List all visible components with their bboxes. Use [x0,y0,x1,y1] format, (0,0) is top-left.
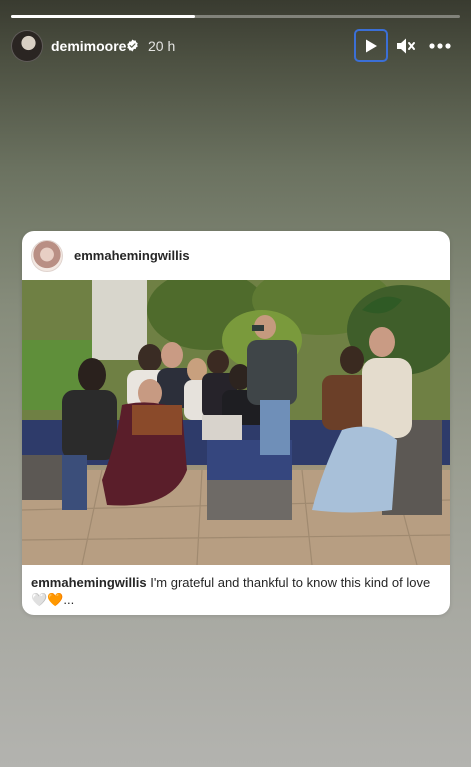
play-button[interactable] [354,29,388,62]
story-header: demimoore 20 h [11,29,460,63]
shared-post-card[interactable]: emmahemingwillis emmahemingwillis I'm gr… [22,231,450,615]
avatar[interactable] [11,30,43,62]
post-author-avatar[interactable] [31,240,63,272]
story-progress-bar [11,15,460,18]
story-progress-fill [11,15,196,18]
post-caption: emmahemingwillis I'm grateful and thankf… [31,574,440,608]
story-timestamp: 20 h [148,38,176,54]
story-username[interactable]: demimoore [51,38,126,54]
speaker-muted-icon[interactable] [394,35,416,57]
post-photo[interactable] [22,280,450,565]
verified-badge-icon [127,39,138,52]
post-author-username[interactable]: emmahemingwillis [74,248,190,263]
caption-username[interactable]: emmahemingwillis [31,575,147,590]
play-icon [366,39,377,52]
more-horizontal-icon[interactable] [429,43,451,49]
family-photo-illustration [22,280,450,565]
